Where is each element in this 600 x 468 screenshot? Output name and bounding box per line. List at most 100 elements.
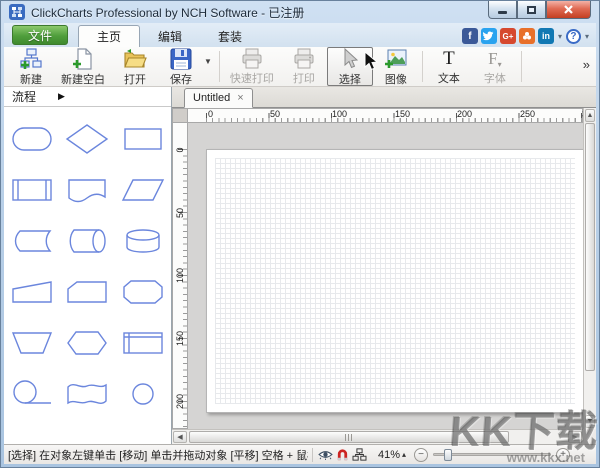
palette-header[interactable]: 流程 ▶ bbox=[4, 87, 171, 107]
chevron-down-icon[interactable]: ▾ bbox=[557, 32, 563, 41]
font-button[interactable]: F ▾ 字体 bbox=[472, 47, 518, 86]
horizontal-ruler: 0 50 100 150 200 250 30 bbox=[188, 108, 592, 123]
close-icon bbox=[564, 5, 573, 14]
toolbar-separator bbox=[218, 51, 220, 82]
minimize-button[interactable] bbox=[488, 1, 517, 19]
shape-preparation[interactable] bbox=[60, 317, 116, 368]
new-flowchart-icon bbox=[19, 47, 43, 70]
shape-process[interactable] bbox=[115, 113, 171, 164]
ruler-label: 250 bbox=[520, 109, 536, 119]
zoom-in-button[interactable]: + bbox=[556, 447, 571, 462]
scroll-grip bbox=[344, 433, 354, 441]
page-grid bbox=[215, 158, 575, 404]
shape-decision[interactable] bbox=[60, 113, 116, 164]
window-controls bbox=[488, 1, 591, 19]
shape-magnetic-disk[interactable] bbox=[115, 215, 171, 266]
facebook-icon[interactable]: f bbox=[461, 28, 478, 44]
zoom-caret-icon[interactable]: ▴ bbox=[402, 450, 406, 459]
scroll-right-icon[interactable]: ▶ bbox=[568, 431, 582, 443]
shape-paper-tape[interactable] bbox=[60, 368, 116, 419]
help-icon[interactable]: ? bbox=[565, 28, 581, 44]
shape-palette: 流程 ▶ bbox=[4, 87, 172, 444]
ruler-label: 0 bbox=[208, 109, 214, 119]
quick-print-button[interactable]: 快速打印 bbox=[223, 47, 281, 86]
text-tool-icon: T bbox=[443, 47, 455, 69]
vertical-scroll-thumb[interactable] bbox=[585, 123, 595, 371]
scroll-up-icon[interactable]: ▲ bbox=[585, 109, 595, 122]
document-tab[interactable]: Untitled × bbox=[184, 88, 253, 108]
print-button[interactable]: 打印 bbox=[281, 47, 327, 86]
status-hint-text: [选择] 在对象左键单击 [移动] 单击并拖动对象 [平移] 空格 + 鼠标单击… bbox=[8, 449, 308, 462]
shape-terminator[interactable] bbox=[4, 113, 60, 164]
vertical-ruler: 0 50 100 150 200 bbox=[172, 123, 188, 429]
save-button[interactable]: 保存 bbox=[158, 47, 204, 86]
vertical-scrollbar[interactable]: ▲ ▼ bbox=[583, 108, 596, 429]
shape-manual-input[interactable] bbox=[4, 266, 60, 317]
ruler-label: 200 bbox=[175, 393, 185, 409]
nch-software-icon[interactable] bbox=[518, 28, 535, 44]
shape-display[interactable] bbox=[115, 266, 171, 317]
app-window: ClickCharts Professional by NCH Software… bbox=[0, 0, 600, 468]
scroll-down-icon[interactable]: ▼ bbox=[585, 415, 595, 428]
twitter-bird-icon bbox=[483, 31, 494, 41]
maximize-icon bbox=[527, 5, 536, 14]
image-icon bbox=[384, 48, 408, 70]
text-tool-button[interactable]: T 文本 bbox=[426, 47, 472, 86]
open-folder-icon bbox=[123, 48, 147, 70]
shape-connector[interactable] bbox=[115, 368, 171, 419]
image-button[interactable]: 图像 bbox=[373, 47, 419, 86]
new-button[interactable]: 新建 bbox=[8, 47, 54, 86]
font-dropdown-arrow: ▾ bbox=[497, 59, 502, 69]
font-tool-icon: F bbox=[488, 48, 498, 68]
tab-suite[interactable]: 套装 bbox=[200, 25, 260, 47]
shape-stored-data[interactable] bbox=[4, 215, 60, 266]
document-page[interactable] bbox=[206, 149, 583, 413]
scroll-left-icon[interactable]: ◀ bbox=[173, 431, 187, 443]
maximize-button[interactable] bbox=[517, 1, 546, 19]
ruler-label: 50 bbox=[175, 208, 185, 219]
google-plus-icon[interactable]: G+ bbox=[499, 28, 516, 44]
new-blank-button[interactable]: 新建空白 bbox=[54, 47, 112, 86]
shape-grid bbox=[4, 107, 171, 419]
toolbar-overflow-button[interactable]: » bbox=[579, 55, 594, 74]
tab-edit[interactable]: 编辑 bbox=[140, 25, 200, 47]
zoom-out-button[interactable]: − bbox=[414, 447, 429, 462]
drawing-viewport[interactable] bbox=[188, 123, 583, 429]
ruler-label: 100 bbox=[332, 109, 348, 119]
printer-icon bbox=[292, 48, 316, 69]
tab-home[interactable]: 主页 bbox=[78, 25, 141, 47]
shape-manual-operation[interactable] bbox=[4, 317, 60, 368]
snap-magnet-icon[interactable] bbox=[334, 447, 351, 462]
visibility-eye-icon[interactable] bbox=[317, 447, 334, 462]
file-menu-button[interactable]: 文件 bbox=[12, 25, 68, 45]
shape-document[interactable] bbox=[60, 164, 116, 215]
zoom-level[interactable]: 41% bbox=[378, 449, 400, 461]
shape-direct-access-storage[interactable] bbox=[60, 215, 116, 266]
shape-internal-storage[interactable] bbox=[115, 317, 171, 368]
palette-expand-icon: ▶ bbox=[58, 91, 65, 101]
ribbon-toolbar: 新建 新建空白 打开 保存 ▼ 快速打印 打印 选择 图像 T 文本 F ▾ 字… bbox=[4, 47, 596, 87]
ruler-label: 200 bbox=[457, 109, 473, 119]
zoom-slider[interactable] bbox=[433, 449, 552, 461]
status-separator bbox=[312, 447, 313, 462]
close-button[interactable] bbox=[546, 1, 591, 19]
printer-icon bbox=[240, 48, 264, 69]
zoom-slider-thumb[interactable] bbox=[444, 449, 453, 461]
shape-predefined-process[interactable] bbox=[4, 164, 60, 215]
save-dropdown-arrow[interactable]: ▼ bbox=[204, 47, 216, 86]
app-icon bbox=[9, 4, 25, 20]
twitter-icon[interactable] bbox=[480, 28, 497, 44]
document-tab-title: Untitled bbox=[193, 92, 231, 104]
horizontal-scrollbar[interactable]: ◀ ▶ bbox=[172, 429, 583, 444]
shape-magnetic-tape[interactable] bbox=[4, 368, 60, 419]
select-cursor-icon bbox=[340, 47, 360, 70]
chevron-down-icon[interactable]: ▾ bbox=[584, 32, 590, 41]
linkedin-icon[interactable]: in bbox=[537, 28, 554, 44]
shape-data-parallelogram[interactable] bbox=[115, 164, 171, 215]
select-tool-button[interactable]: 选择 bbox=[326, 47, 373, 86]
horizontal-scroll-thumb[interactable] bbox=[189, 431, 509, 443]
org-chart-icon[interactable] bbox=[351, 447, 368, 462]
document-tab-close-icon[interactable]: × bbox=[237, 92, 243, 104]
shape-card[interactable] bbox=[60, 266, 116, 317]
open-button[interactable]: 打开 bbox=[112, 47, 158, 86]
